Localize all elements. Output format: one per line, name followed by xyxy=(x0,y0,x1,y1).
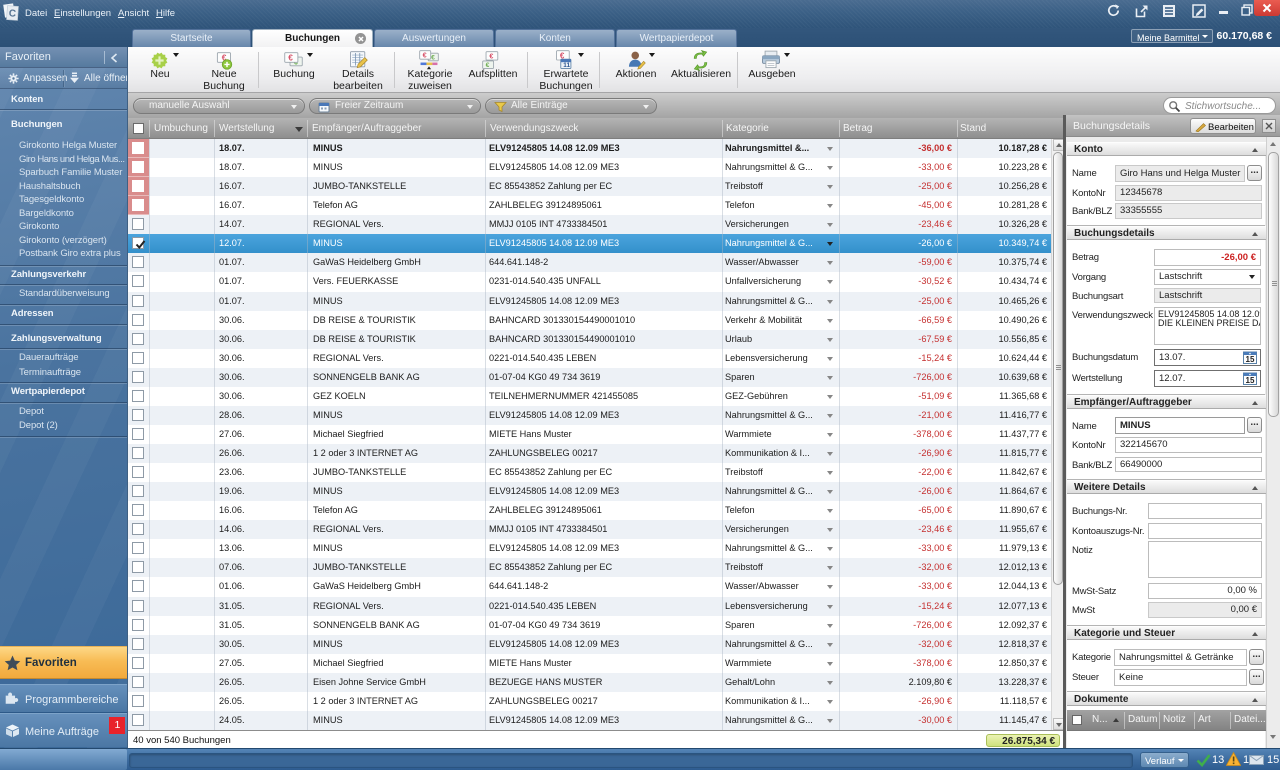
svg-text:€: € xyxy=(431,55,435,62)
svg-text:15: 15 xyxy=(1246,376,1255,385)
svg-text:€: € xyxy=(486,62,490,69)
svg-text:€: € xyxy=(423,50,427,59)
svg-text:11: 11 xyxy=(563,62,570,69)
svg-text:C: C xyxy=(8,8,16,19)
svg-text:€: € xyxy=(489,52,493,60)
svg-text:15: 15 xyxy=(1246,355,1255,364)
svg-text:€: € xyxy=(288,53,293,63)
